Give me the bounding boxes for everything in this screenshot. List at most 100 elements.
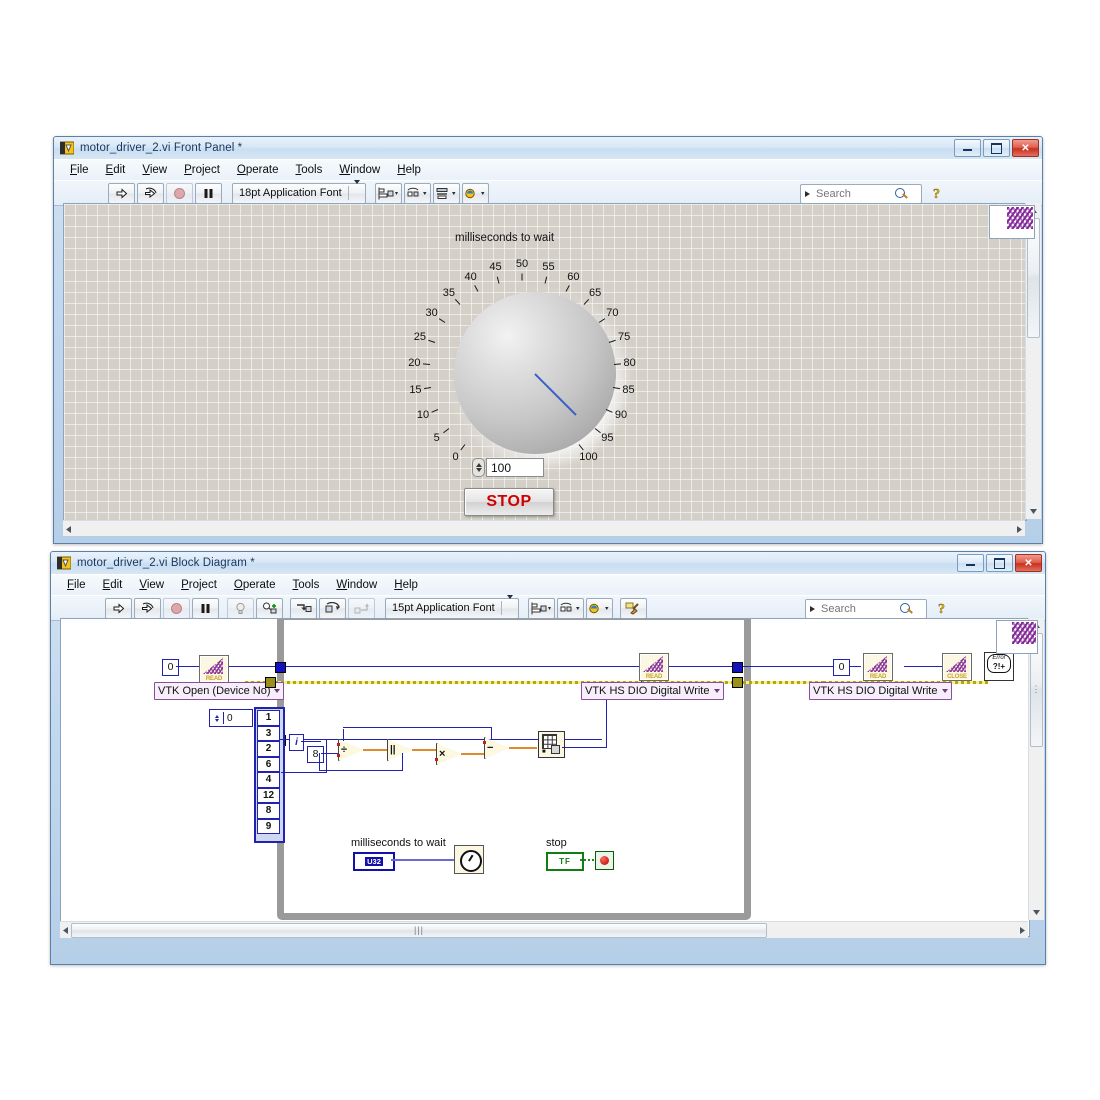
while-loop-structure[interactable] [277, 619, 751, 920]
menu-tools[interactable]: Tools [284, 577, 327, 593]
maximize-button[interactable] [983, 139, 1010, 157]
resize-objects-icon[interactable] [432, 182, 460, 204]
vtk-open-node[interactable]: READ [199, 655, 229, 683]
numeric-value[interactable]: 100 [486, 458, 544, 477]
bd-scroll-left-button[interactable] [60, 921, 71, 939]
array-element[interactable]: 9 [257, 818, 280, 834]
block-diagram-titlebar[interactable]: motor_driver_2.vi Block Diagram * ✕ [51, 552, 1045, 574]
wait-ms-timer-node[interactable] [454, 845, 484, 874]
vtk-digital-write-2-node[interactable]: READ [863, 653, 893, 681]
close-icon[interactable]: ✕ [1012, 139, 1039, 157]
loop-stop-condition-terminal[interactable] [595, 851, 614, 870]
vtk-write-2-polymorphic-selector[interactable]: VTK HS DIO Digital Write [809, 682, 952, 700]
fp-horizontal-scrollbar[interactable] [63, 520, 1025, 536]
search-field[interactable] [814, 187, 894, 201]
search-icon[interactable] [894, 187, 908, 201]
retain-wire-values-icon[interactable] [256, 597, 283, 619]
menu-view[interactable]: View [134, 162, 175, 178]
numeric-display[interactable]: 100 [472, 458, 544, 477]
vtk-digital-write-1-node[interactable]: READ [639, 653, 669, 681]
highlight-execution-icon[interactable] [227, 597, 254, 619]
clean-up-diagram-icon[interactable] [619, 597, 647, 619]
array-element[interactable]: 8 [257, 803, 280, 819]
fp-scroll-down-button[interactable] [1026, 504, 1041, 519]
loop-tunnel-error-right[interactable] [732, 677, 743, 688]
bd-horizontal-scrollbar[interactable]: ||| [60, 921, 1028, 938]
run-icon[interactable] [105, 597, 132, 619]
simple-error-handler-node[interactable]: Error ?!+ [984, 652, 1014, 681]
subtract-function[interactable]: − [483, 737, 510, 759]
step-over-icon[interactable] [319, 597, 346, 619]
search-icon[interactable] [899, 602, 913, 616]
numeric-spinner[interactable] [472, 458, 485, 477]
run-continuously-icon[interactable] [134, 597, 161, 619]
pause-icon[interactable] [195, 182, 222, 204]
divisor-constant[interactable]: 8 [307, 746, 324, 763]
distribute-objects-icon[interactable] [403, 182, 431, 204]
vtk-write-1-polymorphic-selector[interactable]: VTK HS DIO Digital Write [581, 682, 724, 700]
step-out-icon[interactable] [348, 597, 375, 619]
bd-horizontal-scroll-thumb[interactable]: ||| [71, 922, 767, 938]
array-index-spinner[interactable] [210, 712, 224, 724]
menu-file[interactable]: File [59, 577, 94, 593]
run-continuously-icon[interactable] [137, 182, 164, 204]
fp-scroll-left-button[interactable] [63, 520, 71, 538]
boolean-array-to-number-node[interactable]: ■ [538, 731, 565, 758]
array-element[interactable]: 3 [257, 725, 280, 741]
stop-terminal[interactable]: TF [546, 852, 584, 871]
array-element[interactable]: 6 [257, 756, 280, 772]
menu-operate[interactable]: Operate [229, 162, 287, 178]
font-selector[interactable]: 18pt Application Font [232, 180, 366, 204]
font-selector[interactable]: 15pt Application Font [385, 595, 519, 619]
write2-constant[interactable]: 0 [833, 659, 850, 676]
array-element[interactable]: 2 [257, 741, 280, 757]
step-into-icon[interactable] [290, 597, 317, 619]
search-input[interactable] [805, 599, 927, 619]
bd-scroll-right-button[interactable] [1017, 921, 1028, 939]
align-objects-icon[interactable] [374, 182, 402, 204]
array-index-display[interactable]: 0 [209, 709, 253, 727]
maximize-button[interactable] [986, 554, 1013, 572]
stop-button[interactable]: STOP [464, 488, 554, 516]
array-element[interactable]: 12 [257, 787, 280, 803]
loop-tunnel-top-right[interactable] [732, 662, 743, 673]
bd-scroll-down-button[interactable] [1029, 905, 1044, 920]
abort-execution-icon[interactable] [166, 182, 193, 204]
reorder-icon[interactable] [585, 597, 613, 619]
array-element[interactable]: 1 [257, 710, 280, 726]
or-function[interactable]: || [387, 739, 413, 761]
run-icon[interactable] [108, 182, 135, 204]
menu-help[interactable]: Help [386, 577, 426, 593]
search-dropdown-icon[interactable] [810, 606, 815, 612]
block-diagram-canvas[interactable]: 0 READ VTK Open (Device No) 0 1 3 2 6 4 … [60, 618, 1030, 937]
menu-edit[interactable]: Edit [95, 577, 131, 593]
menu-tools[interactable]: Tools [287, 162, 330, 178]
loop-tunnel-top[interactable] [275, 662, 286, 673]
minimize-button[interactable] [957, 554, 984, 572]
dial-control[interactable]: 0 5 10 15 20 25 30 35 40 45 50 55 60 65 70 75 80 85 90 95 10… [402, 252, 642, 492]
multiply-function[interactable]: × [435, 743, 462, 765]
vi-icon-pane[interactable] [996, 620, 1038, 654]
front-panel-titlebar[interactable]: motor_driver_2.vi Front Panel * ✕ [54, 137, 1042, 159]
bd-vertical-scrollbar[interactable]: ⋮ [1028, 618, 1044, 920]
menu-operate[interactable]: Operate [226, 577, 284, 593]
array-element[interactable]: 4 [257, 772, 280, 788]
menu-file[interactable]: File [62, 162, 97, 178]
align-objects-icon[interactable] [527, 597, 555, 619]
menu-help[interactable]: Help [389, 162, 429, 178]
menu-edit[interactable]: Edit [98, 162, 134, 178]
pause-icon[interactable] [192, 597, 219, 619]
divide-function[interactable]: ÷ [337, 739, 364, 761]
minimize-button[interactable] [954, 139, 981, 157]
menu-view[interactable]: View [131, 577, 172, 593]
front-panel-canvas[interactable]: milliseconds to wait 0 5 10 15 20 25 30 35 40 45 5… [63, 203, 1027, 521]
loop-tunnel-error[interactable] [265, 677, 276, 688]
search-dropdown-icon[interactable] [805, 191, 810, 197]
reorder-icon[interactable] [461, 182, 489, 204]
device-no-constant[interactable]: 0 [162, 659, 179, 676]
vi-icon-pane[interactable] [989, 205, 1035, 239]
vtk-close-node[interactable]: CLOSE [942, 653, 972, 681]
iteration-terminal[interactable]: i [289, 734, 304, 751]
menu-project[interactable]: Project [173, 577, 225, 593]
ms-to-wait-terminal[interactable]: U32 [353, 852, 395, 871]
